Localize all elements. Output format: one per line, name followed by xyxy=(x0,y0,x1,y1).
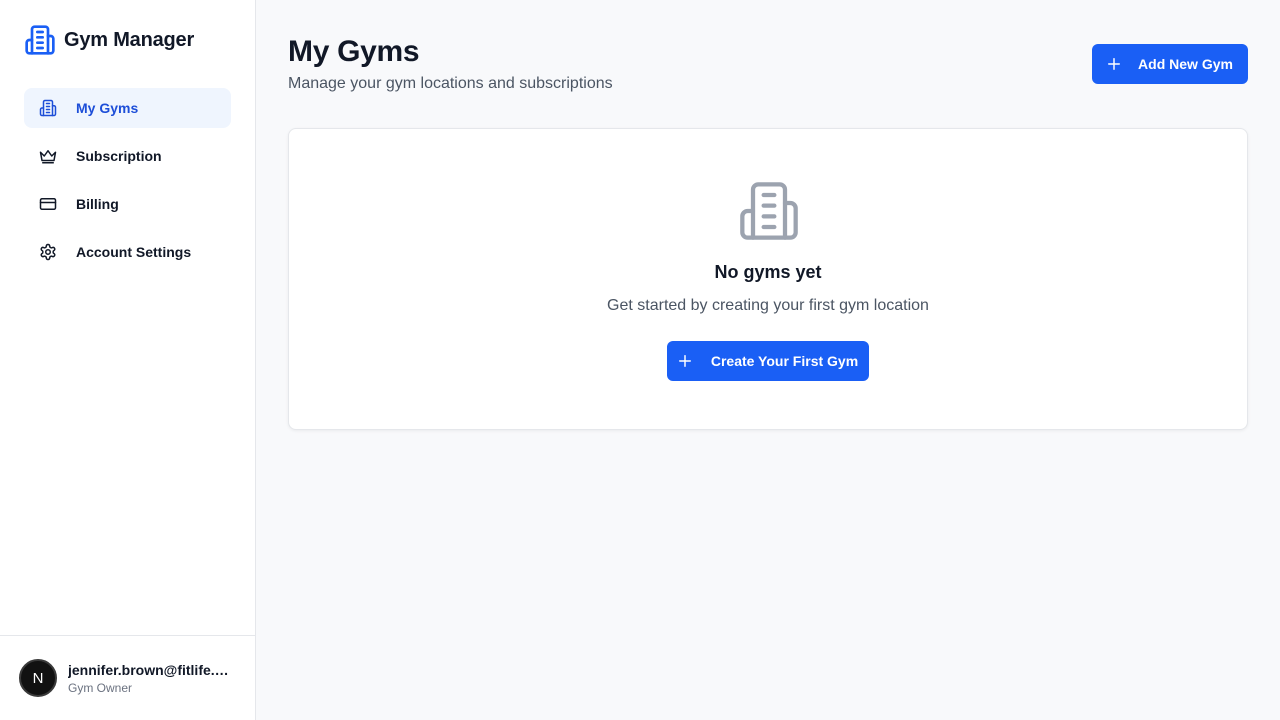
user-role: Gym Owner xyxy=(68,680,133,695)
building-icon xyxy=(39,99,57,117)
empty-state-description: Get started by creating your first gym l… xyxy=(607,297,929,314)
add-new-gym-label: Add New Gym xyxy=(1138,56,1233,72)
page-title: My Gyms xyxy=(288,35,420,68)
sidebar-nav: My Gyms Subscription Billing Account Set… xyxy=(24,88,231,280)
add-new-gym-button[interactable]: Add New Gym xyxy=(1092,44,1248,84)
building-icon xyxy=(740,182,798,240)
credit-card-icon xyxy=(39,198,57,210)
plus-icon xyxy=(678,355,691,367)
avatar[interactable]: N xyxy=(19,659,57,697)
gear-icon xyxy=(40,243,56,261)
sidebar-item-account-settings[interactable]: Account Settings xyxy=(24,232,231,272)
brand[interactable]: Gym Manager xyxy=(24,24,194,56)
user-email: jennifer.brown@fitlife.com xyxy=(68,661,233,678)
sidebar-item-subscription[interactable]: Subscription xyxy=(24,136,231,176)
sidebar-item-label: Billing xyxy=(76,196,119,212)
sidebar-item-label: Subscription xyxy=(76,148,162,164)
sidebar-item-label: Account Settings xyxy=(76,244,192,260)
sidebar-item-billing[interactable]: Billing xyxy=(24,184,231,224)
user-info: jennifer.brown@fitlife.com Gym Owner xyxy=(68,661,233,696)
empty-state-title: No gyms yet xyxy=(714,262,822,282)
plus-icon xyxy=(1108,58,1121,70)
sidebar-item-my-gyms[interactable]: My Gyms xyxy=(24,88,231,128)
create-first-gym-button[interactable]: Create Your First Gym xyxy=(667,341,869,381)
page-subtitle: Manage your gym locations and subscripti… xyxy=(288,75,613,92)
main-content: My Gyms Manage your gym locations and su… xyxy=(288,0,1248,720)
sidebar: Gym Manager My Gyms Subscription Billing… xyxy=(0,0,256,720)
empty-state-card: No gyms yet Get started by creating your… xyxy=(288,128,1248,430)
crown-icon xyxy=(39,150,57,164)
app-name: Gym Manager xyxy=(64,28,195,51)
user-profile[interactable]: N jennifer.brown@fitlife.com Gym Owner xyxy=(0,635,255,720)
building-icon xyxy=(25,25,55,55)
create-first-gym-label: Create Your First Gym xyxy=(710,353,859,369)
sidebar-item-label: My Gyms xyxy=(76,100,139,116)
